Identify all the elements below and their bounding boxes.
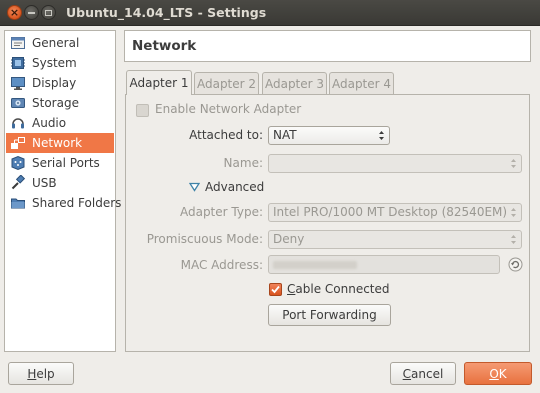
- sidebar-item-general[interactable]: General: [6, 33, 114, 53]
- ok-label-rest: K: [498, 366, 507, 381]
- tab-adapter-1[interactable]: Adapter 1: [126, 70, 192, 95]
- promiscuous-mode-select[interactable]: Deny: [268, 230, 522, 249]
- port-forwarding-label: Port Forwarding: [282, 308, 377, 322]
- help-button[interactable]: Help: [8, 362, 74, 385]
- serial-ports-icon: [11, 155, 25, 171]
- cancel-label-first: C: [402, 366, 412, 381]
- cable-connected-label: Cable Connected: [287, 282, 390, 296]
- tab-adapter-3[interactable]: Adapter 3: [262, 72, 327, 94]
- advanced-label: Advanced: [205, 180, 265, 194]
- shared-folders-icon: [11, 198, 25, 209]
- name-label: Name:: [223, 156, 263, 170]
- sidebar-item-label: Storage: [32, 96, 79, 110]
- sidebar-item-shared-folders[interactable]: Shared Folders: [6, 193, 121, 213]
- maximize-icon: [42, 6, 55, 19]
- updown-arrow-icon: [511, 235, 516, 244]
- tab-adapter-4[interactable]: Adapter 4: [329, 72, 394, 94]
- page-title: Network: [132, 38, 197, 54]
- system-icon: [11, 57, 25, 69]
- promiscuous-mode-value: Deny: [273, 232, 305, 246]
- promiscuous-mode-label: Promiscuous Mode:: [146, 232, 263, 246]
- ok-label-first: O: [489, 366, 499, 381]
- ok-button[interactable]: OK: [464, 362, 532, 385]
- sidebar-item-label: Network: [32, 136, 83, 150]
- updown-arrow-icon: [511, 159, 516, 168]
- cable-connected-checkbox[interactable]: [269, 283, 282, 296]
- mac-address-label: MAC Address:: [180, 258, 263, 272]
- sidebar-item-audio[interactable]: Audio: [6, 113, 114, 133]
- sidebar-item-label: USB: [32, 176, 57, 190]
- attached-to-value: NAT: [273, 128, 297, 142]
- title-bar: × Ubuntu_14.04_LTS - Settings: [0, 0, 540, 26]
- network-icon: [11, 137, 25, 149]
- adapter-type-value: Intel PRO/1000 MT Desktop (82540EM): [273, 205, 508, 219]
- enable-adapter-checkbox[interactable]: [136, 104, 149, 117]
- minimize-window-button[interactable]: [24, 5, 39, 20]
- audio-icon: [12, 118, 24, 129]
- updown-arrow-icon: [379, 131, 384, 140]
- sidebar-item-network[interactable]: Network: [6, 133, 114, 153]
- display-icon: [11, 77, 25, 90]
- enable-adapter-label: Enable Network Adapter: [155, 102, 302, 116]
- mac-address-field[interactable]: [268, 255, 500, 274]
- sidebar-item-serial-ports[interactable]: Serial Ports: [6, 153, 114, 173]
- checkmark-icon: [271, 285, 280, 294]
- storage-icon: [11, 98, 25, 108]
- maximize-window-button[interactable]: [41, 5, 56, 20]
- tab-label: Adapter 1: [129, 76, 189, 90]
- sidebar-item-label: Audio: [32, 116, 67, 130]
- attached-to-select[interactable]: NAT: [268, 126, 390, 145]
- adapter-type-label: Adapter Type:: [179, 205, 263, 219]
- usb-icon: [11, 175, 26, 190]
- minimize-icon: [25, 6, 38, 19]
- settings-sidebar: General System Display Storage Audio Net…: [4, 30, 121, 352]
- adapter-type-select[interactable]: Intel PRO/1000 MT Desktop (82540EM): [268, 203, 522, 222]
- name-select[interactable]: [268, 154, 522, 173]
- mac-address-redaction: [273, 261, 357, 269]
- tab-adapter-2[interactable]: Adapter 2: [194, 72, 259, 94]
- refresh-mac-button[interactable]: [508, 257, 523, 272]
- sidebar-item-display[interactable]: Display: [6, 73, 114, 93]
- sidebar-item-system[interactable]: System: [6, 53, 114, 73]
- cancel-button[interactable]: Cancel: [390, 362, 456, 385]
- page-header: Network: [124, 30, 531, 62]
- window-title: Ubuntu_14.04_LTS - Settings: [66, 5, 267, 20]
- expand-triangle-icon: [189, 182, 200, 192]
- close-window-button[interactable]: ×: [7, 5, 22, 20]
- attached-to-label: Attached to:: [189, 128, 263, 142]
- port-forwarding-button[interactable]: Port Forwarding: [268, 304, 391, 326]
- tab-label: Adapter 4: [331, 76, 392, 91]
- close-icon: ×: [9, 6, 20, 19]
- help-label-first: H: [27, 366, 37, 381]
- sidebar-item-label: Serial Ports: [32, 156, 100, 170]
- sidebar-item-label: General: [32, 36, 80, 50]
- advanced-expander[interactable]: Advanced: [189, 180, 269, 196]
- sidebar-item-label: Shared Folders: [32, 196, 122, 210]
- cancel-label-rest: ancel: [411, 366, 444, 381]
- sidebar-item-storage[interactable]: Storage: [6, 93, 114, 113]
- tab-label: Adapter 2: [196, 76, 257, 91]
- general-icon: [11, 37, 25, 49]
- help-label-rest: elp: [36, 366, 55, 381]
- tab-label: Adapter 3: [264, 76, 325, 91]
- sidebar-item-label: System: [32, 56, 77, 70]
- updown-arrow-icon: [511, 208, 516, 217]
- sidebar-item-usb[interactable]: USB: [6, 173, 114, 193]
- sidebar-item-label: Display: [32, 76, 77, 90]
